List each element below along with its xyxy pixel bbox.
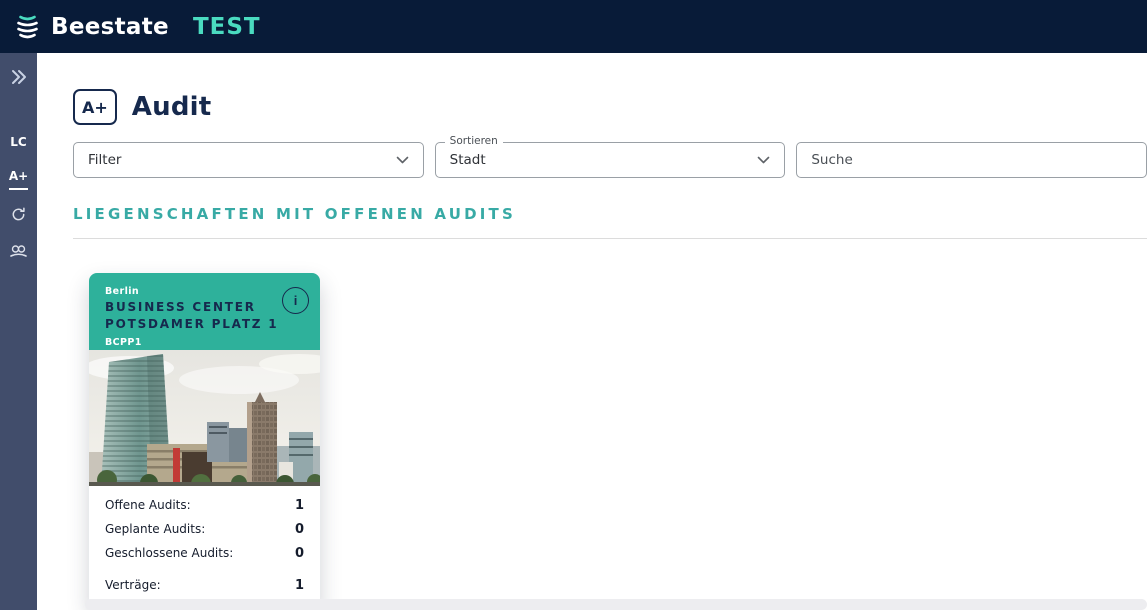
info-icon[interactable]: i <box>282 287 309 314</box>
brand-name[interactable]: Beestate <box>51 14 169 40</box>
contacts-icon[interactable] <box>9 243 28 262</box>
property-name: BUSINESS CENTER POTSDAMER PLATZ 1 <box>105 299 308 334</box>
sync-icon[interactable] <box>10 206 27 227</box>
stat-row-contracts: Verträge: 1 <box>105 578 304 593</box>
property-code: BCPP1 <box>105 337 308 348</box>
horizontal-scrollbar[interactable] <box>85 599 1147 610</box>
sort-dropdown-value: Stadt <box>450 152 486 168</box>
open-audits-section: Berlin BUSINESS CENTER POTSDAMER PLATZ 1… <box>37 239 1147 555</box>
stat-row-closed-audits: Geschlossene Audits: 0 <box>105 546 304 561</box>
controls-row: Filter Sortieren Stadt <box>37 142 1147 178</box>
chevron-down-icon <box>757 156 770 164</box>
chevron-down-icon <box>396 156 409 164</box>
stat-value: 1 <box>295 578 304 593</box>
stat-value: 0 <box>295 522 304 537</box>
sort-dropdown-label: Sortieren <box>445 135 503 147</box>
property-stats: Offene Audits: 1 Geplante Audits: 0 Gesc… <box>89 486 320 609</box>
audit-badge: A+ <box>73 89 117 125</box>
stat-value: 1 <box>295 498 304 513</box>
stat-row-open-audits: Offene Audits: 1 <box>105 498 304 513</box>
property-card-header: Berlin BUSINESS CENTER POTSDAMER PLATZ 1… <box>89 273 320 350</box>
sidebar-item-audit-active[interactable]: A+ <box>9 169 28 190</box>
stat-label: Offene Audits: <box>105 498 191 512</box>
beestate-logo-icon <box>14 11 41 43</box>
sort-dropdown[interactable]: Sortieren Stadt <box>435 142 786 178</box>
sidebar-item-lc[interactable]: LC <box>10 135 26 149</box>
expand-sidebar-icon[interactable] <box>10 69 28 89</box>
property-photo <box>89 350 320 486</box>
stat-label: Verträge: <box>105 578 161 592</box>
property-city: Berlin <box>105 286 308 297</box>
sidebar: LC A+ <box>0 53 37 610</box>
stat-value: 0 <box>295 546 304 561</box>
section-heading: LIEGENSCHAFTEN MIT OFFENEN AUDITS <box>73 205 1147 223</box>
property-card[interactable]: Berlin BUSINESS CENTER POTSDAMER PLATZ 1… <box>89 273 320 609</box>
stat-row-planned-audits: Geplante Audits: 0 <box>105 522 304 537</box>
environment-label: TEST <box>193 14 261 40</box>
page-header: A+ Audit <box>73 89 1147 125</box>
filter-dropdown[interactable]: Filter <box>73 142 424 178</box>
page-title: Audit <box>132 92 212 122</box>
topbar: Beestate TEST <box>0 0 1147 53</box>
search-input[interactable] <box>796 142 1147 178</box>
filter-dropdown-value: Filter <box>88 152 121 168</box>
stat-label: Geplante Audits: <box>105 522 205 536</box>
main-content: A+ Audit Filter Sortieren Stadt LIEGENSC… <box>37 53 1147 610</box>
stat-label: Geschlossene Audits: <box>105 546 233 560</box>
